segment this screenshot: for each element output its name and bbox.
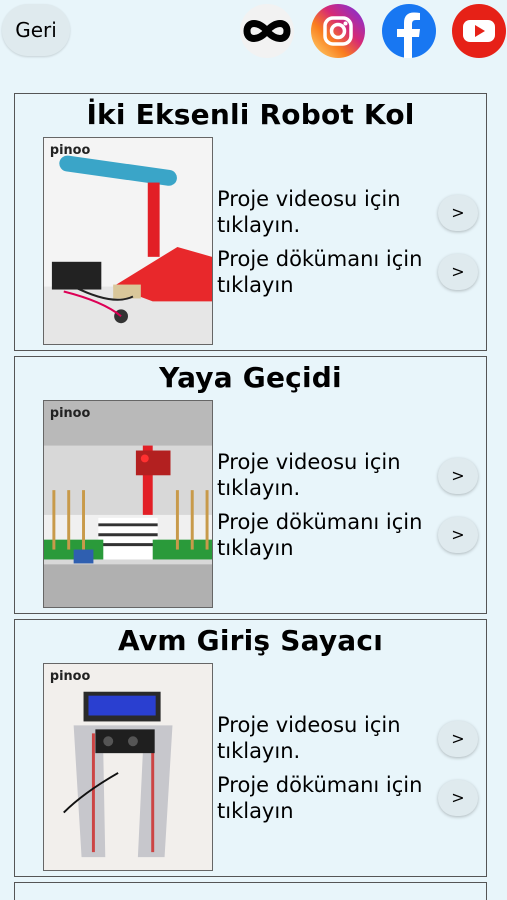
project-thumbnail[interactable]: pinoo	[43, 137, 213, 345]
project-title: Avm Giriş Sayacı	[118, 624, 383, 657]
project-title: İki Eksenli Robot Kol	[86, 98, 415, 131]
video-link-text[interactable]: Proje videosu için tıklayın.	[217, 712, 427, 764]
youtube-icon[interactable]	[451, 3, 507, 59]
video-arrow-button[interactable]: >	[438, 195, 478, 231]
document-link-text[interactable]: Proje dökümanı için tıklayın	[217, 772, 427, 824]
document-link-text[interactable]: Proje dökümanı için tıklayın	[217, 509, 427, 561]
pinoo-icon[interactable]	[239, 3, 295, 59]
facebook-icon[interactable]	[381, 3, 437, 59]
document-arrow-button[interactable]: >	[438, 780, 478, 816]
back-button[interactable]: Geri	[2, 4, 70, 56]
pinoo-logo-text: pinoo	[50, 143, 91, 158]
instagram-icon[interactable]	[310, 3, 366, 59]
project-title: Yaya Geçidi	[159, 361, 342, 394]
project-thumbnail[interactable]: pinoo	[43, 400, 213, 608]
document-link-text[interactable]: Proje dökümanı için tıklayın	[217, 246, 427, 298]
project-card: Avm Giriş Sayacı pinoo Proje videosu içi…	[14, 619, 487, 877]
document-arrow-button[interactable]: >	[438, 517, 478, 553]
document-arrow-button[interactable]: >	[438, 254, 478, 290]
project-card: İki Eksenli Robot Kol pinoo Proje videos…	[14, 93, 487, 351]
video-arrow-button[interactable]: >	[438, 458, 478, 494]
project-card: Yaya Geçidi pinoo Proje videosu için tık…	[14, 356, 487, 614]
project-thumbnail[interactable]: pinoo	[43, 663, 213, 871]
pinoo-logo-text: pinoo	[50, 669, 91, 684]
video-link-text[interactable]: Proje videosu için tıklayın.	[217, 186, 427, 238]
video-link-text[interactable]: Proje videosu için tıklayın.	[217, 449, 427, 501]
pinoo-logo-text: pinoo	[50, 406, 91, 421]
top-bar: Geri	[0, 0, 507, 60]
video-arrow-button[interactable]: >	[438, 721, 478, 757]
project-card-partial	[14, 882, 487, 900]
